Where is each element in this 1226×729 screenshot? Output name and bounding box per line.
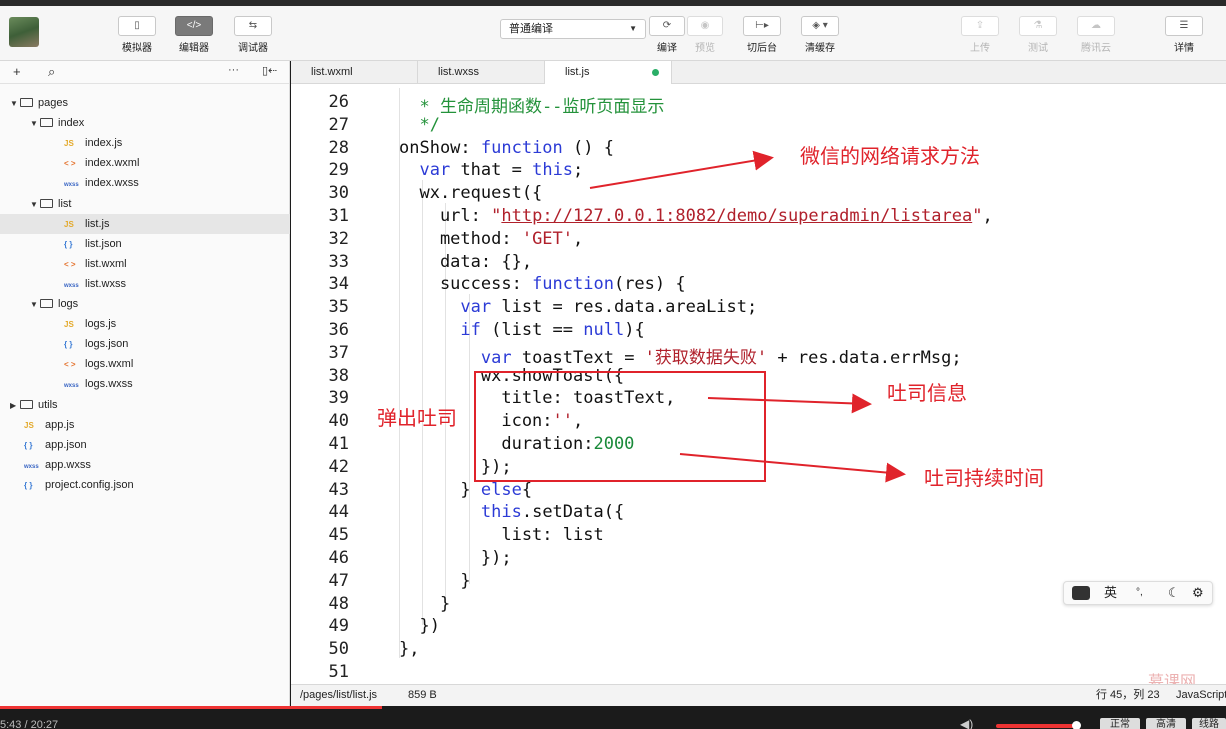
gear-icon[interactable]: ⚙ <box>1192 582 1204 604</box>
ime-language[interactable]: 英 <box>1104 582 1117 604</box>
status-bar: /pages/list/list.js 859 B 行 45，列 23 Java… <box>291 684 1226 706</box>
speed-button[interactable]: 正常 <box>1100 718 1140 729</box>
annotation-toast-duration: 吐司持续时间 <box>924 466 1044 490</box>
language-mode[interactable]: JavaScript <box>1176 685 1226 706</box>
annotation-arrows <box>589 150 906 483</box>
annotation-show-toast: 弹出吐司 <box>377 406 457 430</box>
video-player-bar: 5:43 / 20:27 ◀) 正常 高清 线路 <box>0 706 1226 729</box>
volume-slider[interactable] <box>996 724 1076 728</box>
arrow-toast-duration <box>679 453 906 483</box>
file-size: 859 B <box>408 689 437 701</box>
ime-punctuation[interactable]: °, <box>1136 582 1143 604</box>
annotation-toast-info: 吐司信息 <box>887 381 967 405</box>
ime-toolbar[interactable]: 英 °, ☾ ⚙ <box>1063 581 1213 605</box>
file-path: /pages/list/list.js <box>300 689 378 701</box>
annotation-request-method: 微信的网络请求方法 <box>800 144 980 168</box>
quality-button[interactable]: 高清 <box>1146 718 1186 729</box>
volume-knob[interactable] <box>1072 721 1081 729</box>
route-button[interactable]: 线路 <box>1192 718 1226 729</box>
moon-icon[interactable]: ☾ <box>1168 582 1180 604</box>
arrow-toast-info <box>707 393 872 414</box>
ime-logo-icon <box>1072 586 1090 600</box>
volume-icon[interactable]: ◀) <box>960 717 973 729</box>
video-time: 5:43 / 20:27 <box>0 719 59 729</box>
cursor-position[interactable]: 行 45，列 23 <box>1096 685 1160 706</box>
video-progress[interactable] <box>0 706 382 709</box>
arrow-request <box>589 150 774 189</box>
